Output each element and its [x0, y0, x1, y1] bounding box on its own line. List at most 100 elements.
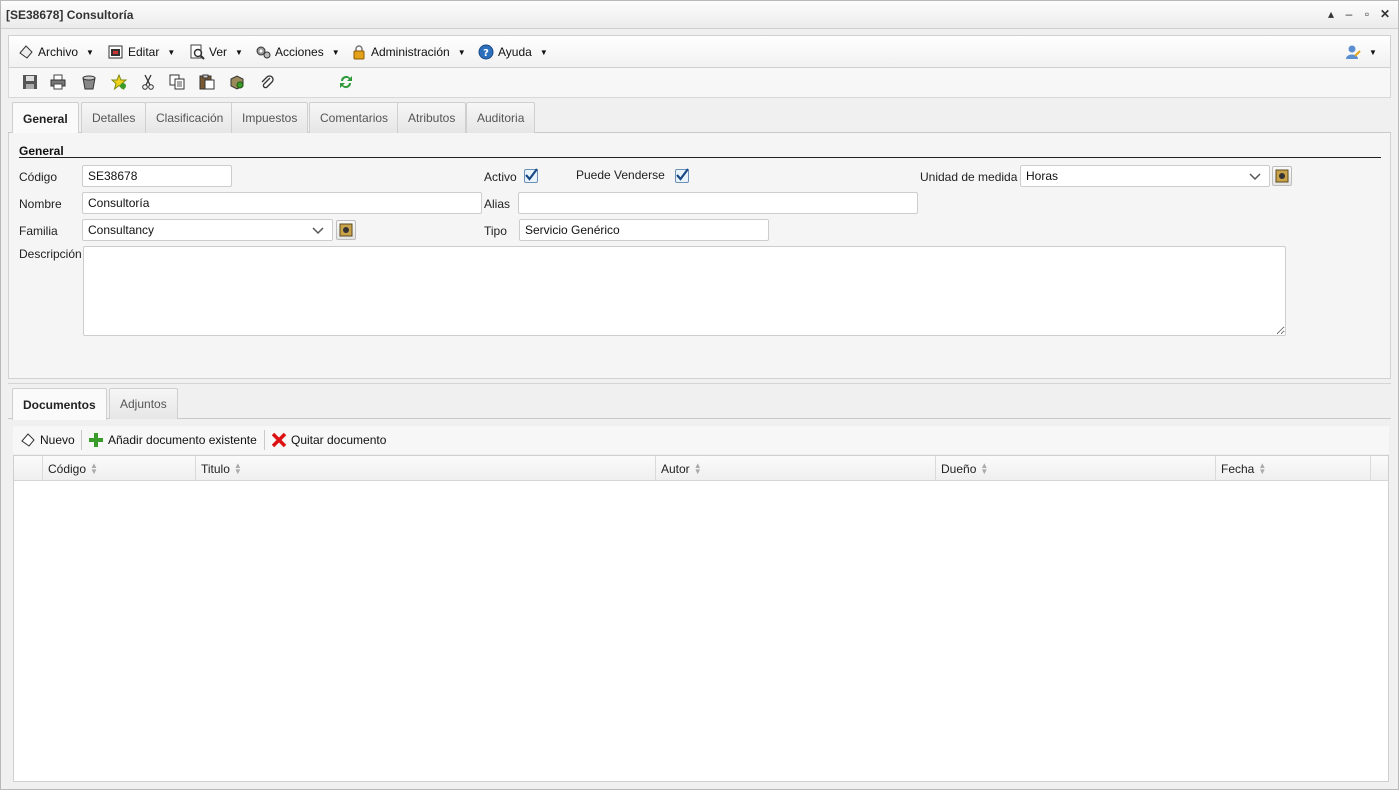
nombre-input[interactable]: Consultoría [82, 192, 482, 214]
grid-scroll-spacer [1370, 456, 1388, 481]
column-dueno[interactable]: Dueño ▲ ▼ [935, 456, 1215, 481]
tab-auditoria[interactable]: Auditoria [466, 102, 536, 133]
documents-grid: Código ▲ ▼ Titulo ▲ ▼ Autor ▲ ▼ Dueño ▲ ▼ Fe… [13, 455, 1389, 782]
new-document-button[interactable]: Nuevo [20, 431, 75, 449]
actions-icon [255, 44, 271, 60]
familia-lookup-button[interactable] [336, 220, 356, 240]
tab-comentarios[interactable]: Comentarios [309, 102, 400, 133]
activo-checkbox[interactable] [524, 168, 538, 183]
maximize-icon[interactable]: ▫ [1360, 6, 1374, 22]
menu-label: Archivo [38, 45, 79, 59]
tab-label: Clasificación [156, 111, 224, 125]
duplicate-icon[interactable] [229, 74, 245, 90]
tab-label: Comentarios [320, 111, 389, 125]
alias-input[interactable] [518, 192, 918, 214]
descripcion-label: Descripción [19, 247, 82, 261]
attach-icon[interactable] [259, 74, 275, 90]
menu-archivo[interactable]: Archivo ▼ [18, 42, 94, 62]
title-bar: [SE38678] Consultoría ▴ ‒ ▫ ✕ [1, 1, 1398, 29]
add-existing-document-button[interactable]: Añadir documento existente [88, 431, 257, 449]
tipo-label: Tipo [484, 224, 507, 238]
user-menu[interactable]: ▼ [1345, 42, 1377, 62]
product-window: [SE38678] Consultoría ▴ ‒ ▫ ✕ Archivo ▼ … [0, 0, 1399, 790]
new-icon [20, 432, 36, 448]
puede-venderse-label: Puede Venderse [576, 168, 665, 182]
window-title: [SE38678] Consultoría [6, 8, 134, 22]
button-label: Quitar documento [291, 433, 387, 447]
toolbar-separator [81, 430, 82, 450]
tab-general[interactable]: General [12, 102, 79, 134]
delete-icon[interactable] [81, 74, 97, 90]
unidad-label: Unidad de medida [920, 170, 1018, 184]
print-icon[interactable] [50, 74, 66, 90]
menu-label: Editar [128, 45, 160, 59]
familia-select[interactable]: Consultancy [82, 219, 333, 241]
user-icon [1345, 44, 1361, 60]
add-icon [88, 432, 104, 448]
remove-document-button[interactable]: Quitar documento [271, 431, 386, 449]
menu-bar: Archivo ▼ Editar ▼ Ver ▼ Acciones ▼ Admi… [8, 35, 1391, 68]
chevron-down-icon: ▼ [1369, 47, 1377, 57]
column-fecha[interactable]: Fecha ▲ ▼ [1215, 456, 1370, 481]
alias-label: Alias [484, 197, 511, 211]
tab-documentos[interactable]: Documentos [12, 388, 107, 420]
unidad-select[interactable]: Horas [1020, 165, 1270, 187]
tab-atributos[interactable]: Atributos [397, 102, 467, 133]
sort-icon: ▲ ▼ [1258, 460, 1267, 476]
familia-label: Familia [19, 224, 58, 238]
chevron-down-icon: ▼ [331, 47, 340, 57]
codigo-value: SE38678 [88, 169, 138, 183]
column-titulo[interactable]: Titulo ▲ ▼ [195, 456, 655, 481]
remove-icon [271, 432, 287, 448]
svg-text:?: ? [483, 48, 489, 59]
cut-icon[interactable] [140, 74, 156, 90]
help-icon: ? [478, 44, 494, 60]
menu-ver[interactable]: Ver ▼ [189, 42, 243, 62]
menu-ayuda[interactable]: ? Ayuda ▼ [478, 42, 548, 62]
file-icon [18, 44, 34, 60]
tab-clasificacion[interactable]: Clasificación [145, 102, 235, 133]
documents-toolbar: Nuevo Añadir documento existente Quitar … [13, 426, 1389, 454]
chevron-down-icon: ▼ [457, 47, 466, 57]
tab-label: Atributos [408, 111, 456, 125]
tipo-input[interactable]: Servicio Genérico [519, 219, 769, 241]
column-codigo[interactable]: Código ▲ ▼ [42, 456, 195, 481]
descripcion-textarea[interactable] [83, 246, 1286, 336]
paste-icon[interactable] [199, 74, 215, 90]
unidad-value: Horas [1026, 169, 1059, 183]
tab-label: Adjuntos [120, 397, 167, 411]
favorite-icon[interactable] [110, 73, 128, 91]
menu-editar[interactable]: Editar ▼ [108, 42, 175, 62]
button-label: Nuevo [40, 433, 75, 447]
grid-header: Código ▲ ▼ Titulo ▲ ▼ Autor ▲ ▼ Dueño ▲ ▼ Fe… [14, 456, 1388, 481]
tab-adjuntos[interactable]: Adjuntos [109, 388, 178, 419]
close-icon[interactable]: ✕ [1378, 6, 1392, 22]
refresh-icon[interactable] [338, 74, 354, 90]
button-label: Añadir documento existente [108, 433, 257, 447]
sort-icon: ▲ ▼ [980, 460, 989, 476]
minimize-icon[interactable]: ‒ [1342, 6, 1356, 22]
grid-row-selector-column [14, 456, 42, 481]
collapse-up-icon[interactable]: ▴ [1324, 6, 1338, 22]
column-label: Fecha [1221, 461, 1255, 476]
save-icon[interactable] [22, 74, 38, 90]
tab-detalles[interactable]: Detalles [81, 102, 147, 133]
puede-venderse-checkbox[interactable] [675, 168, 689, 183]
unidad-lookup-button[interactable] [1272, 166, 1292, 186]
tab-label: Detalles [92, 111, 136, 125]
chevron-down-icon: ▼ [86, 47, 94, 57]
menu-acciones[interactable]: Acciones ▼ [255, 42, 340, 62]
column-label: Dueño [941, 461, 977, 476]
documents-tabs: Documentos Adjuntos [8, 383, 1391, 420]
menu-label: Acciones [275, 45, 324, 59]
menu-administracion[interactable]: Administración ▼ [351, 42, 466, 62]
codigo-input[interactable]: SE38678 [82, 165, 232, 187]
sort-icon: ▲ ▼ [693, 460, 702, 476]
tab-impuestos[interactable]: Impuestos [231, 102, 309, 133]
tab-label: Documentos [23, 397, 96, 412]
column-autor[interactable]: Autor ▲ ▼ [655, 456, 935, 481]
copy-icon[interactable] [169, 74, 185, 90]
nombre-label: Nombre [19, 197, 62, 211]
view-icon [189, 44, 205, 60]
sort-icon: ▲ ▼ [233, 460, 242, 476]
